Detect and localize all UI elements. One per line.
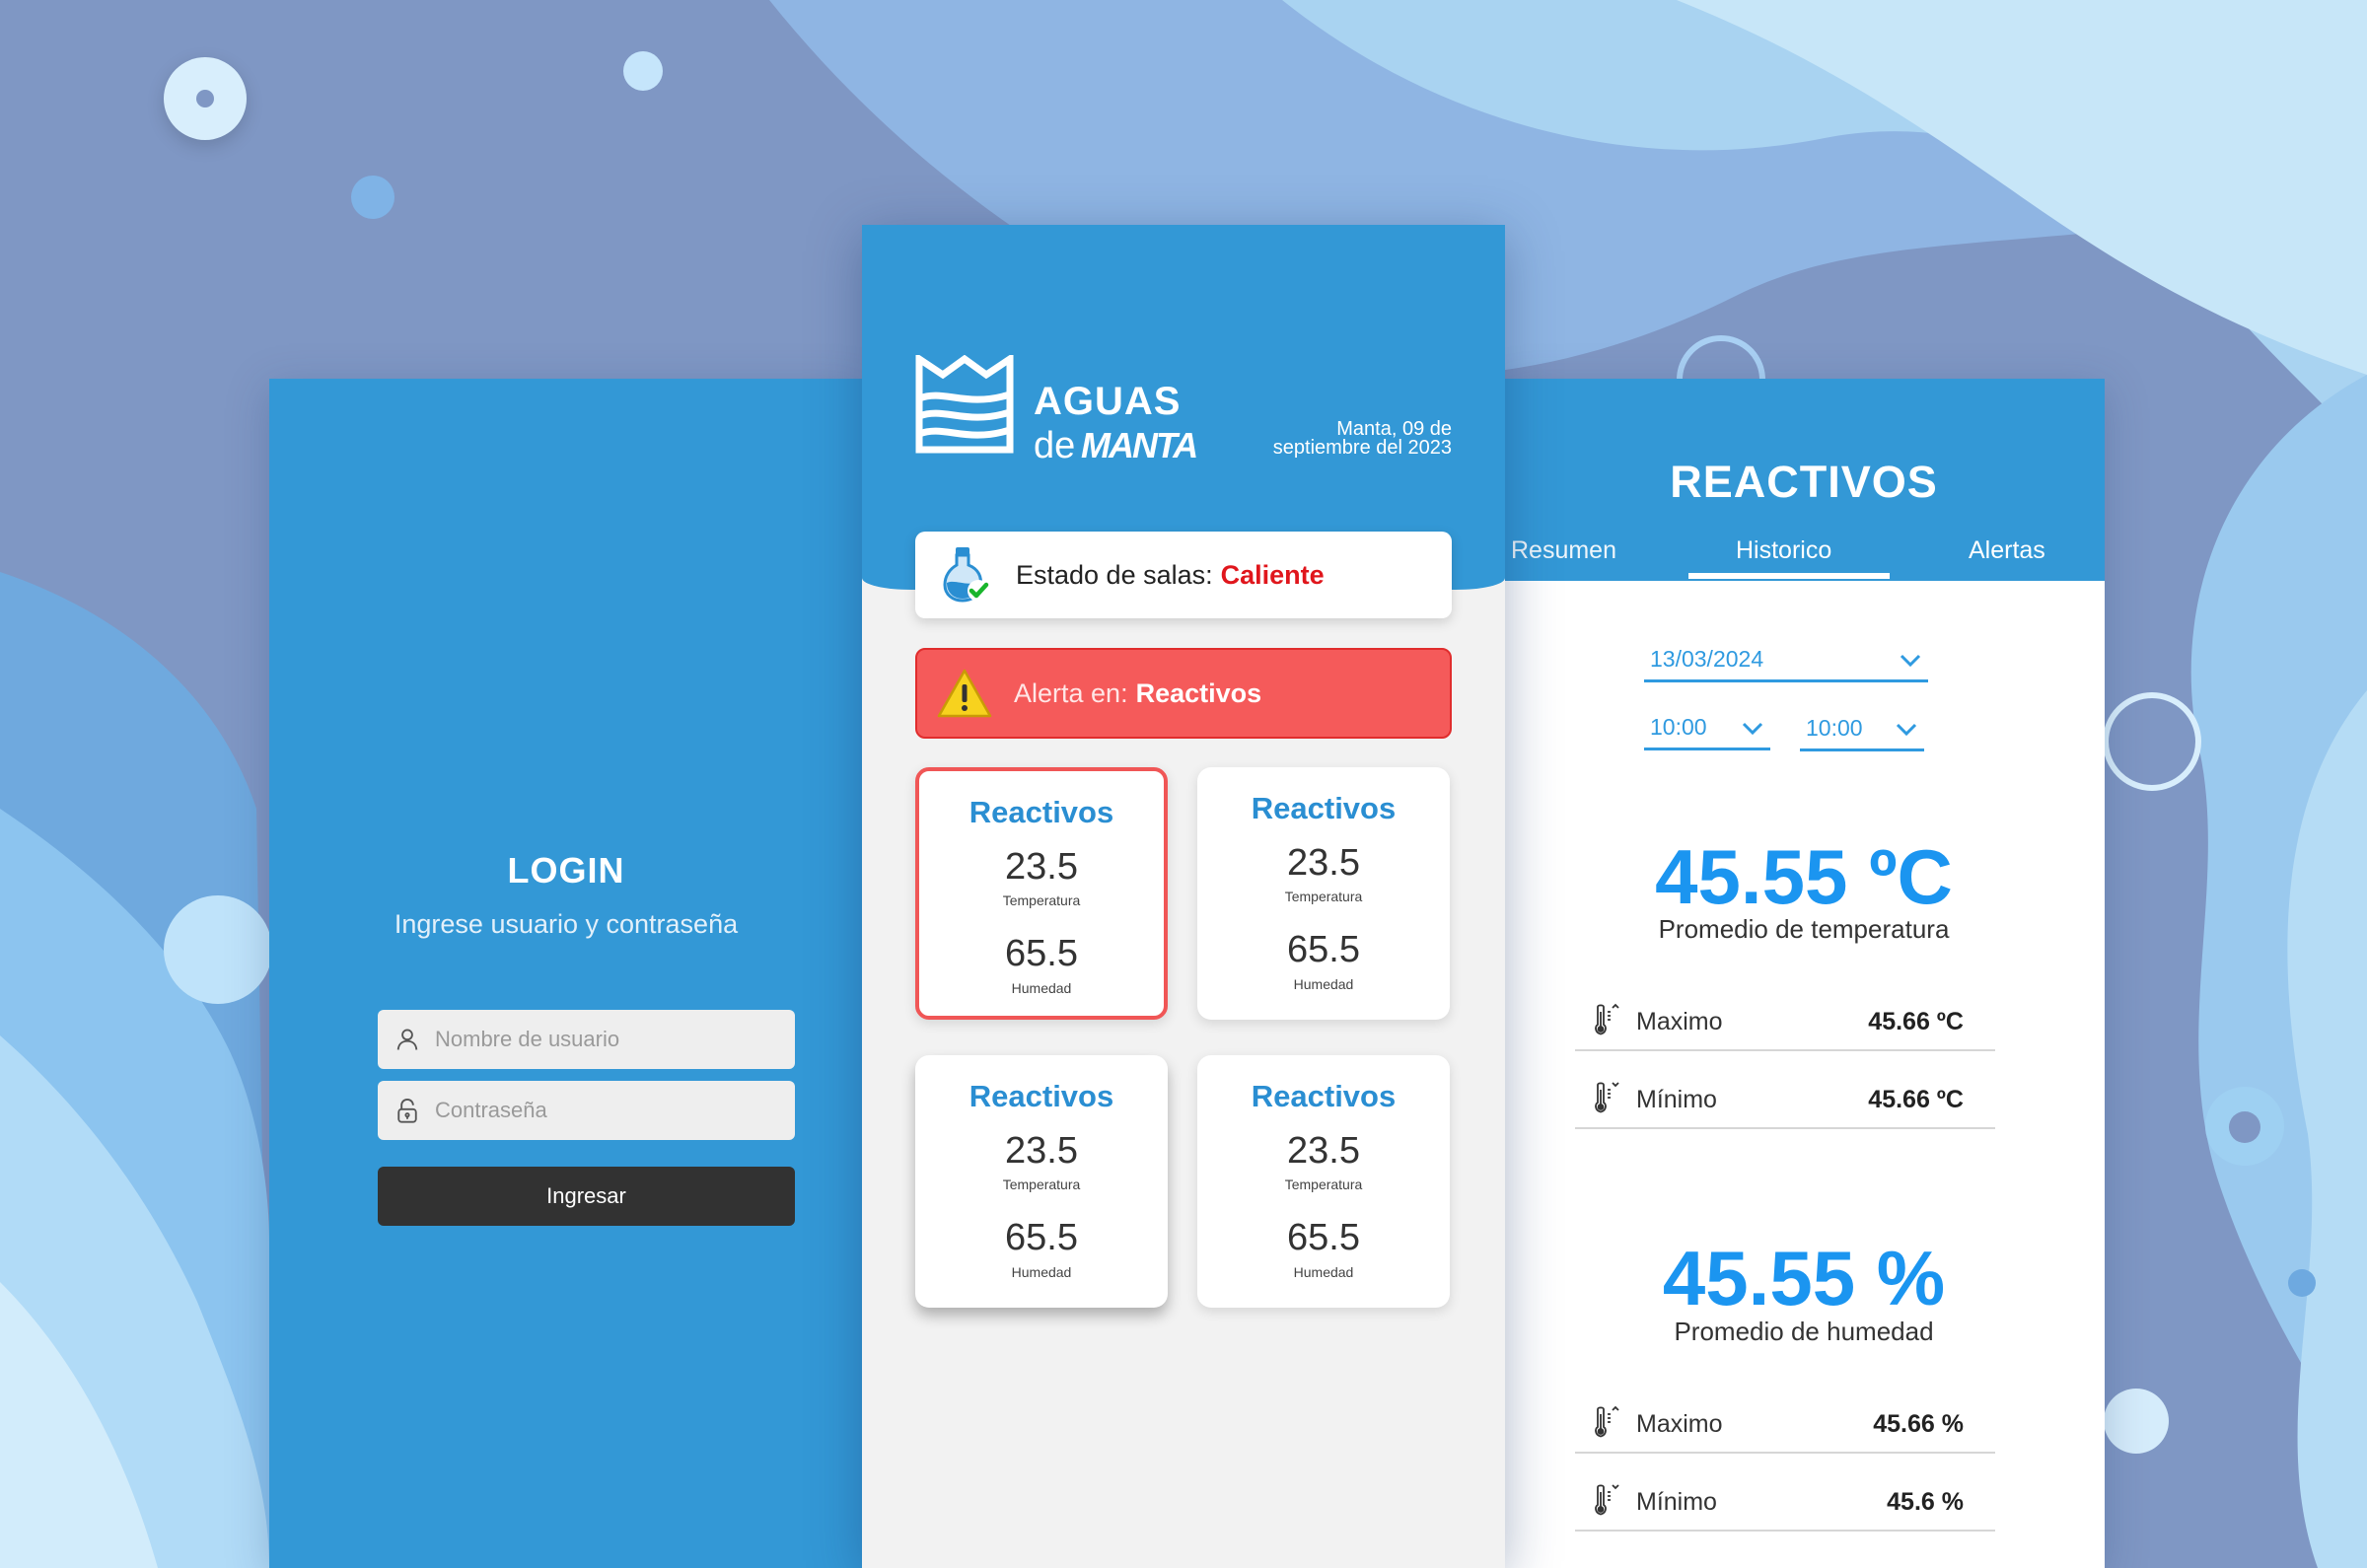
room-name: Reactivos bbox=[1251, 791, 1397, 825]
password-input[interactable]: Contraseña bbox=[378, 1081, 795, 1140]
status-value: Caliente bbox=[1220, 559, 1325, 590]
warning-icon bbox=[937, 669, 992, 718]
room-temperature-label: Temperatura bbox=[1002, 892, 1081, 908]
room-humidity: 65.5 bbox=[1005, 1217, 1078, 1258]
decor-bubble bbox=[2288, 1269, 2316, 1297]
thermometer-up-icon bbox=[1595, 1405, 1619, 1438]
decor-dot bbox=[196, 90, 214, 107]
humidity-max-row: Maximo 45.66 % bbox=[1575, 1394, 1995, 1454]
room-card[interactable]: Reactivos 23.5 Temperatura 65.5 Humedad bbox=[915, 767, 1168, 1020]
humidity-average-label: Promedio de humedad bbox=[1674, 1317, 1934, 1346]
aguas-de-manta-logo bbox=[915, 355, 1014, 454]
tab-alertas[interactable]: Alertas bbox=[1969, 536, 2045, 565]
room-temperature: 23.5 bbox=[1005, 1130, 1078, 1172]
room-humidity: 65.5 bbox=[1287, 929, 1360, 970]
time-to-value: 10:00 bbox=[1806, 715, 1863, 741]
username-input[interactable]: Nombre de usuario bbox=[378, 1010, 795, 1069]
room-humidity: 65.5 bbox=[1287, 1217, 1360, 1258]
humidity-min-row: Mínimo 45.6 % bbox=[1575, 1472, 1995, 1532]
tab-resumen[interactable]: Resumen bbox=[1511, 536, 1616, 565]
room-card[interactable]: Reactivos 23.5 Temperatura 65.5 Humedad bbox=[1197, 767, 1450, 1020]
room-status-card[interactable]: Estado de salas: Caliente bbox=[915, 532, 1452, 618]
login-screen: LOGIN Ingrese usuario y contraseña Nombr… bbox=[269, 379, 863, 1568]
room-temperature-label: Temperatura bbox=[1284, 889, 1363, 904]
time-from-value: 10:00 bbox=[1650, 714, 1707, 740]
room-humidity-label: Humedad bbox=[1011, 1264, 1072, 1280]
room-card[interactable]: Reactivos 23.5 Temperatura 65.5 Humedad bbox=[915, 1055, 1168, 1308]
room-humidity-label: Humedad bbox=[1011, 980, 1072, 996]
reactivos-header: REACTIVOS Resumen Historico Alertas bbox=[1503, 379, 2105, 581]
login-submit-button[interactable]: Ingresar bbox=[378, 1167, 795, 1226]
decor-bubble bbox=[623, 51, 663, 91]
decor-ring bbox=[2103, 692, 2201, 791]
chevron-down-icon bbox=[1900, 654, 1921, 668]
temperature-average-label: Promedio de temperatura bbox=[1658, 914, 1950, 944]
decor-bubble bbox=[351, 176, 394, 219]
room-temperature: 23.5 bbox=[1005, 846, 1078, 888]
thermometer-down-icon bbox=[1595, 1082, 1619, 1113]
login-title: LOGIN bbox=[507, 850, 625, 891]
user-icon bbox=[396, 1029, 418, 1050]
temperature-average: 45.55 ºC bbox=[1655, 833, 1953, 920]
room-humidity-label: Humedad bbox=[1293, 976, 1354, 992]
temperature-max-label: Maximo bbox=[1636, 1008, 1723, 1035]
room-temperature: 23.5 bbox=[1287, 842, 1360, 884]
room-temperature-label: Temperatura bbox=[1002, 1176, 1081, 1192]
humidity-min-label: Mínimo bbox=[1636, 1488, 1717, 1516]
room-temperature-label: Temperatura bbox=[1284, 1176, 1363, 1192]
chevron-down-icon bbox=[1896, 723, 1917, 737]
room-name: Reactivos bbox=[968, 795, 1114, 829]
password-placeholder: Contraseña bbox=[435, 1098, 547, 1122]
humidity-max-value: 45.66 % bbox=[1873, 1410, 1964, 1438]
decor-dot bbox=[2229, 1111, 2260, 1143]
room-temperature: 23.5 bbox=[1287, 1130, 1360, 1172]
humidity-min-value: 45.6 % bbox=[1887, 1488, 1964, 1516]
flask-check-icon bbox=[943, 547, 989, 603]
humidity-max-label: Maximo bbox=[1636, 1410, 1723, 1438]
thermometer-down-icon bbox=[1595, 1484, 1619, 1516]
date-dropdown[interactable]: 13/03/2024 bbox=[1644, 641, 1928, 682]
decor-bubble bbox=[2104, 1389, 2169, 1454]
time-from-dropdown[interactable]: 10:00 bbox=[1644, 709, 1770, 750]
alert-value: Reactivos bbox=[1135, 677, 1262, 708]
tab-historico[interactable]: Historico bbox=[1736, 536, 1831, 565]
lock-icon bbox=[397, 1098, 417, 1123]
thermometer-up-icon bbox=[1595, 1003, 1619, 1035]
temperature-min-value: 45.66 ºC bbox=[1868, 1086, 1964, 1113]
username-placeholder: Nombre de usuario bbox=[435, 1027, 620, 1051]
temperature-max-value: 45.66 ºC bbox=[1868, 1008, 1964, 1035]
dashboard-date: Manta, 09 de septiembre del 2023 bbox=[1195, 419, 1452, 459]
dashboard-screen: AGUAS de MANTA Manta, 09 de septiembre d… bbox=[862, 225, 1505, 1568]
brand-de: de bbox=[1034, 425, 1076, 466]
date-value: 13/03/2024 bbox=[1650, 646, 1764, 672]
temperature-max-row: Maximo 45.66 ºC bbox=[1575, 992, 1995, 1051]
brand-aguas: AGUAS bbox=[1034, 380, 1182, 423]
status-label: Estado de salas: bbox=[1016, 559, 1213, 590]
humidity-average: 45.55 % bbox=[1662, 1235, 1946, 1321]
reactivos-title: REACTIVOS bbox=[1670, 457, 1938, 507]
reactivos-screen: REACTIVOS Resumen Historico Alertas 13/0… bbox=[1503, 379, 2105, 1568]
alert-banner[interactable]: Alerta en: Reactivos bbox=[915, 648, 1452, 739]
brand-manta: MANTA bbox=[1081, 425, 1198, 465]
room-card[interactable]: Reactivos 23.5 Temperatura 65.5 Humedad bbox=[1197, 1055, 1450, 1308]
temperature-min-label: Mínimo bbox=[1636, 1086, 1717, 1113]
temperature-min-row: Mínimo 45.66 ºC bbox=[1575, 1070, 1995, 1129]
active-tab-indicator bbox=[1688, 573, 1890, 579]
date-line-2: septiembre del 2023 bbox=[1272, 437, 1452, 459]
room-humidity-label: Humedad bbox=[1293, 1264, 1354, 1280]
decor-bubble bbox=[164, 895, 272, 1004]
room-name: Reactivos bbox=[968, 1079, 1114, 1113]
chevron-down-icon bbox=[1742, 722, 1763, 736]
time-to-dropdown[interactable]: 10:00 bbox=[1800, 710, 1924, 751]
login-subtitle: Ingrese usuario y contraseña bbox=[394, 909, 739, 939]
room-humidity: 65.5 bbox=[1005, 933, 1078, 974]
alert-label: Alerta en: bbox=[1014, 677, 1128, 708]
room-name: Reactivos bbox=[1251, 1079, 1397, 1113]
